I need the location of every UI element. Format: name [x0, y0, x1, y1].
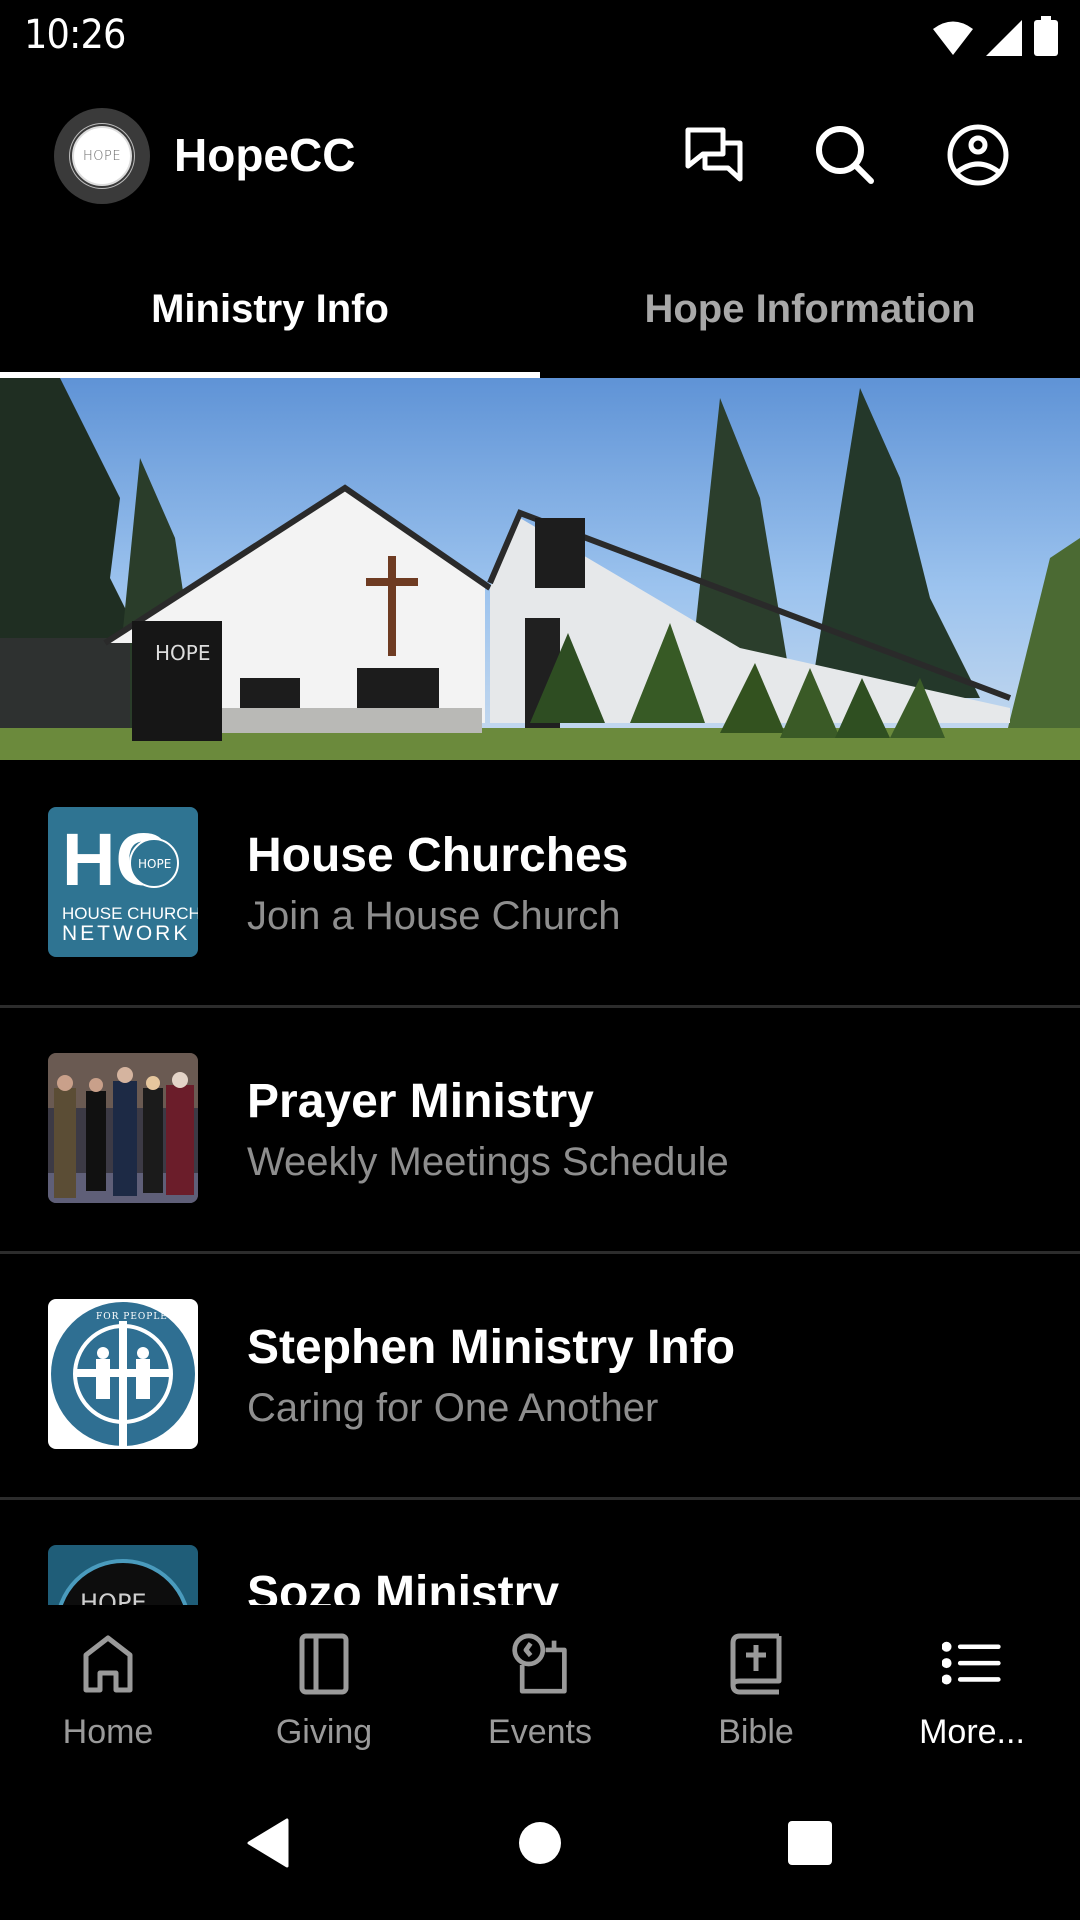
- search-icon: [813, 123, 877, 192]
- item-title: Sozo Ministry: [247, 1567, 560, 1605]
- status-bar: 10:26: [0, 0, 1080, 75]
- home-icon: [78, 1631, 138, 1697]
- nav-bible[interactable]: Bible: [648, 1605, 864, 1760]
- list-item-stephen-ministry[interactable]: FOR PEOPLE Stephen Ministry Info Caring …: [0, 1252, 1080, 1500]
- list-item-prayer-ministry[interactable]: Prayer Ministry Weekly Meetings Schedule: [0, 1006, 1080, 1254]
- nav-label: Giving: [275, 1713, 373, 1751]
- battery-icon: [1034, 16, 1058, 61]
- item-title: House Churches: [247, 829, 629, 882]
- church-hero-image: HOPE: [0, 378, 1080, 760]
- tab-ministry-info[interactable]: Ministry Info: [0, 240, 540, 378]
- svg-text:NETWORK: NETWORK: [62, 922, 190, 945]
- list-menu-icon: [942, 1631, 1002, 1697]
- house-church-network-logo: HC HOPE HOUSE CHURCH NETWORK: [48, 807, 198, 957]
- tab-label: Ministry Info: [151, 286, 389, 331]
- wifi-icon: [932, 20, 974, 61]
- nav-giving[interactable]: Giving: [216, 1605, 432, 1760]
- stephen-ministry-logo: FOR PEOPLE: [48, 1299, 198, 1449]
- chat-bubbles-icon: [683, 126, 747, 189]
- giving-icon: [294, 1631, 354, 1697]
- bible-icon: [726, 1631, 786, 1697]
- item-title: Stephen Ministry Info: [247, 1321, 736, 1374]
- svg-text:HOPE: HOPE: [138, 857, 171, 871]
- bottom-navigation: Home Giving Events Bible More...: [0, 1605, 1080, 1760]
- logo-text: HOPE: [72, 126, 132, 186]
- system-back-button[interactable]: [232, 1810, 302, 1880]
- svg-text:HOUSE CHURCH: HOUSE CHURCH: [62, 904, 198, 923]
- cellular-signal-icon: [986, 20, 1022, 61]
- status-time: 10:26: [24, 12, 126, 58]
- messages-button[interactable]: [680, 122, 750, 192]
- system-recents-button[interactable]: [775, 1810, 845, 1880]
- church-logo[interactable]: HOPE: [54, 108, 150, 204]
- system-home-button[interactable]: [505, 1810, 575, 1880]
- ministry-list: HC HOPE HOUSE CHURCH NETWORK House Churc…: [0, 760, 1080, 1605]
- hero-sign-text: HOPE: [155, 641, 210, 665]
- sozo-ministry-logo: HOPE: [48, 1545, 198, 1605]
- nav-label: Home: [62, 1713, 154, 1751]
- item-subtitle: Weekly Meetings Schedule: [247, 1140, 729, 1184]
- account-circle-icon: [946, 123, 1010, 192]
- status-icons: [932, 16, 1058, 61]
- back-triangle-icon: [245, 1818, 289, 1873]
- nav-more[interactable]: More...: [864, 1605, 1080, 1760]
- nav-home[interactable]: Home: [0, 1605, 216, 1760]
- nav-label: Events: [488, 1713, 592, 1751]
- system-navigation-bar: [0, 1760, 1080, 1920]
- nav-events[interactable]: Events: [432, 1605, 648, 1760]
- svg-text:HOPE: HOPE: [80, 1589, 147, 1605]
- tab-hope-information[interactable]: Hope Information: [540, 240, 1080, 378]
- app-bar: HOPE HopeCC: [0, 90, 1080, 225]
- nav-label: Bible: [718, 1713, 794, 1751]
- app-title: HopeCC: [174, 129, 356, 181]
- nav-label: More...: [919, 1713, 1025, 1751]
- home-circle-icon: [517, 1820, 563, 1871]
- list-item-sozo-ministry[interactable]: HOPE Sozo Ministry: [0, 1498, 1080, 1605]
- tab-label: Hope Information: [644, 286, 976, 331]
- item-subtitle: Caring for One Another: [247, 1386, 659, 1430]
- prayer-group-photo: [48, 1053, 198, 1203]
- account-button[interactable]: [943, 122, 1013, 192]
- events-calendar-icon: [510, 1631, 570, 1697]
- item-subtitle: Join a House Church: [247, 894, 621, 938]
- tab-bar: Ministry Info Hope Information: [0, 240, 1080, 378]
- search-button[interactable]: [810, 122, 880, 192]
- recents-square-icon: [787, 1820, 833, 1871]
- list-item-house-churches[interactable]: HC HOPE HOUSE CHURCH NETWORK House Churc…: [0, 760, 1080, 1008]
- svg-text:FOR PEOPLE: FOR PEOPLE: [96, 1312, 168, 1322]
- item-title: Prayer Ministry: [247, 1075, 594, 1128]
